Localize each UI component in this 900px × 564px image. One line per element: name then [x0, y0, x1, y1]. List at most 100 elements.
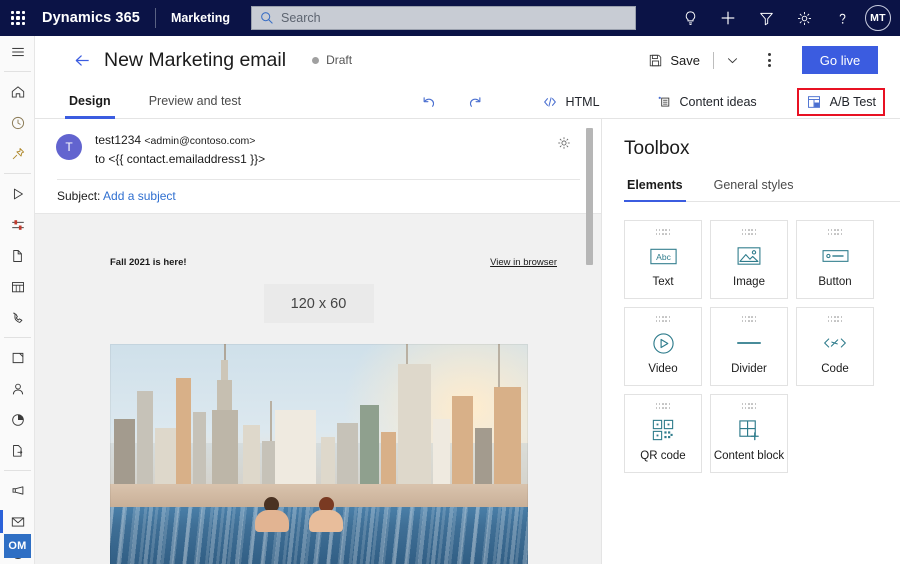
drag-handle-icon[interactable] [741, 403, 757, 410]
editor-tab-bar: Design Preview and test HTML Content ide… [35, 84, 900, 119]
search-icon [261, 12, 273, 24]
status-badge: Draft [312, 53, 352, 67]
sidebar-item-customer-journeys[interactable] [0, 178, 35, 209]
email-settings-gear-icon[interactable] [556, 135, 572, 156]
subject-label: Subject: [57, 189, 101, 203]
app-name-label[interactable]: Marketing [171, 11, 230, 25]
app-launcher-icon[interactable] [0, 0, 36, 36]
drag-handle-icon[interactable] [655, 316, 671, 323]
sidebar-item-marketing-forms[interactable] [0, 342, 35, 373]
email-header: T test1234 <admin@contoso.com> to <{{ co… [35, 119, 602, 243]
sidebar-item-voice[interactable] [0, 302, 35, 333]
user-avatar[interactable]: MT [865, 5, 891, 31]
question-icon[interactable] [823, 0, 861, 36]
sidebar-item-marketing-emails[interactable] [0, 506, 35, 537]
html-button[interactable]: HTML [537, 91, 605, 113]
sidebar-item-insights[interactable] [0, 404, 35, 435]
button-icon [822, 236, 849, 276]
preheader-text[interactable]: Fall 2021 is here! [110, 257, 187, 268]
more-vertical-icon[interactable] [754, 45, 784, 75]
plus-icon[interactable] [709, 0, 747, 36]
sender-avatar: T [56, 134, 82, 160]
redo-button[interactable] [461, 90, 489, 114]
lightbulb-icon[interactable] [671, 0, 709, 36]
rail-divider [3, 337, 31, 338]
environment-badge[interactable]: OM [4, 534, 31, 558]
svg-text:Abc: Abc [656, 252, 671, 262]
command-bar: New Marketing email Draft Save Go live [35, 36, 900, 84]
add-subject-link[interactable]: Add a subject [103, 189, 176, 203]
canvas-vertical-scrollbar[interactable] [586, 128, 593, 265]
undo-button[interactable] [415, 90, 443, 114]
tab-general-styles[interactable]: General styles [711, 178, 797, 201]
toolbox-tile-grid: Abc Text Image Button Video Divider Code… [602, 202, 874, 473]
toolbox-tile-code[interactable]: Code [796, 307, 874, 386]
undo-icon [423, 96, 434, 107]
sender-email: <admin@contoso.com> [144, 135, 256, 147]
save-disk-icon [650, 54, 662, 66]
content-ideas-icon [658, 96, 669, 107]
image-border [110, 344, 528, 564]
back-arrow-icon[interactable] [65, 43, 99, 77]
hero-image[interactable] [109, 344, 528, 564]
sidebar-item-campaigns[interactable] [0, 475, 35, 506]
rail-divider [3, 71, 31, 72]
sidebar-item-templates[interactable] [0, 435, 35, 466]
recipient-line: to <{{ contact.emailaddress1 }}> [95, 152, 266, 166]
content-block-icon [738, 410, 761, 450]
toolbox-tile-divider[interactable]: Divider [710, 307, 788, 386]
sidebar-item-recent[interactable] [0, 107, 35, 138]
email-body: Fall 2021 is here! View in browser 120 x… [35, 243, 602, 564]
toolbox-tile-button[interactable]: Button [796, 220, 874, 299]
sidebar-item-marketing-pages[interactable] [0, 240, 35, 271]
drag-handle-icon[interactable] [655, 403, 671, 410]
global-search-box[interactable]: Search [251, 6, 636, 30]
rail-divider [3, 470, 31, 471]
toolbox-tile-image[interactable]: Image [710, 220, 788, 299]
drag-handle-icon[interactable] [827, 229, 843, 236]
ab-test-button-wrapper: A/B Test [796, 87, 885, 116]
left-navigation-rail: OM [0, 36, 35, 564]
drag-handle-icon[interactable] [741, 316, 757, 323]
save-label: Save [670, 52, 700, 68]
gear-icon[interactable] [785, 0, 823, 36]
view-in-browser-link[interactable]: View in browser [490, 257, 557, 268]
text-abc-icon: Abc [649, 236, 677, 276]
content-ideas-button[interactable]: Content ideas [651, 91, 762, 113]
tile-label: Image [733, 276, 765, 288]
logo-placeholder[interactable]: 120 x 60 [263, 284, 374, 323]
tile-label: Button [818, 276, 852, 288]
filter-icon[interactable] [747, 0, 785, 36]
go-live-button[interactable]: Go live [802, 46, 878, 74]
sender-name: test1234 [95, 133, 142, 147]
tab-design[interactable]: Design [65, 84, 115, 119]
sidebar-item-home[interactable] [0, 76, 35, 107]
sidebar-item-hamburger[interactable] [0, 36, 35, 67]
email-header-row: T test1234 <admin@contoso.com> to <{{ co… [35, 132, 602, 167]
tab-elements[interactable]: Elements [624, 178, 686, 202]
toolbox-tile-video[interactable]: Video [624, 307, 702, 386]
toolbox-tile-content-block[interactable]: Content block [710, 394, 788, 473]
sidebar-item-pinned[interactable] [0, 138, 35, 169]
drag-handle-icon[interactable] [827, 316, 843, 323]
tab-preview-and-test[interactable]: Preview and test [145, 84, 245, 119]
save-button[interactable]: Save [644, 49, 704, 72]
sidebar-item-contacts[interactable] [0, 373, 35, 404]
toolbox-tile-qr-code[interactable]: QR code [624, 394, 702, 473]
save-divider [713, 51, 714, 69]
chevron-down-icon[interactable] [723, 51, 742, 70]
toolbox-tile-text[interactable]: Abc Text [624, 220, 702, 299]
sidebar-item-segments[interactable] [0, 209, 35, 240]
status-label: Draft [326, 53, 353, 67]
brand-title[interactable]: Dynamics 365 [36, 10, 140, 26]
video-play-icon [652, 323, 675, 363]
image-icon [737, 236, 761, 276]
ab-test-button[interactable]: A/B Test [806, 94, 876, 110]
toolbox-panel: Toolbox Elements General styles Abc Text [602, 119, 900, 564]
qr-code-icon [652, 410, 674, 450]
drag-handle-icon[interactable] [741, 229, 757, 236]
sidebar-item-events[interactable] [0, 271, 35, 302]
drag-handle-icon[interactable] [655, 229, 671, 236]
preheader-row: Fall 2021 is here! View in browser [35, 243, 602, 268]
tile-label: Code [821, 363, 849, 375]
